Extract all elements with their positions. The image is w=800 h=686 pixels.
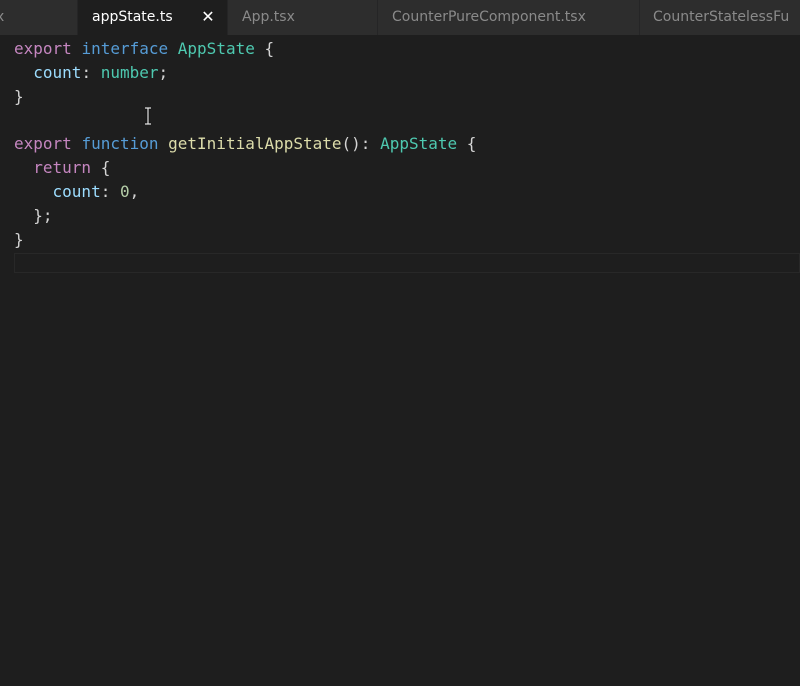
token-punctuation: ;	[158, 63, 169, 82]
tab-counter-pure-component[interactable]: CounterPureComponent.tsx	[378, 0, 640, 35]
code-line-2: count: number;	[14, 61, 168, 85]
token-keyword: export	[14, 39, 72, 58]
code-line-1: export interface AppState {	[14, 37, 274, 61]
code-line-5: export function getInitialAppState(): Ap…	[14, 132, 476, 156]
token-punctuation: }	[14, 87, 24, 106]
token-punctuation: {	[100, 158, 111, 177]
token-punctuation: ():	[341, 134, 371, 153]
token-punctuation: :	[100, 182, 111, 201]
token-punctuation: :	[81, 63, 92, 82]
code-editor[interactable]: export interface AppState { count: numbe…	[0, 35, 800, 686]
close-icon[interactable]: ✕	[201, 0, 215, 34]
code-line-9: }	[14, 228, 24, 252]
tab-label: CounterPureComponent.tsx	[392, 9, 586, 25]
tab-previous-file[interactable]: x	[0, 0, 78, 35]
token-type: AppState	[380, 134, 458, 153]
code-line-3: }	[14, 85, 24, 109]
tab-label: App.tsx	[242, 9, 295, 25]
editor-tab-bar: x appState.ts ✕ App.tsx CounterPureCompo…	[0, 0, 800, 35]
code-line-7: count: 0,	[14, 180, 140, 204]
tab-app-tsx[interactable]: App.tsx	[228, 0, 378, 35]
token-property: count	[33, 63, 82, 82]
current-line-highlight	[14, 253, 800, 273]
tab-label: CounterStatelessFu	[653, 9, 790, 25]
token-keyword: return	[33, 158, 92, 177]
token-keyword: interface	[81, 39, 169, 58]
token-type: AppState	[177, 39, 255, 58]
tab-label: x	[0, 0, 4, 34]
token-keyword: function	[81, 134, 159, 153]
token-function: getInitialAppState	[168, 134, 342, 153]
tab-label: appState.ts	[92, 9, 173, 25]
token-punctuation: {	[264, 39, 275, 58]
token-property: count	[52, 182, 101, 201]
code-line-6: return {	[14, 156, 110, 180]
code-line-8: };	[14, 204, 53, 228]
token-punctuation: }	[14, 230, 24, 249]
token-punctuation: {	[466, 134, 477, 153]
token-keyword: export	[14, 134, 72, 153]
token-punctuation: ,	[129, 182, 140, 201]
tab-counter-stateless[interactable]: CounterStatelessFu	[640, 0, 800, 35]
i-beam-cursor-icon	[145, 107, 151, 125]
token-type: number	[100, 63, 159, 82]
token-punctuation: };	[33, 206, 53, 225]
token-number: 0	[119, 182, 130, 201]
tab-appstate-ts[interactable]: appState.ts ✕	[78, 0, 228, 35]
